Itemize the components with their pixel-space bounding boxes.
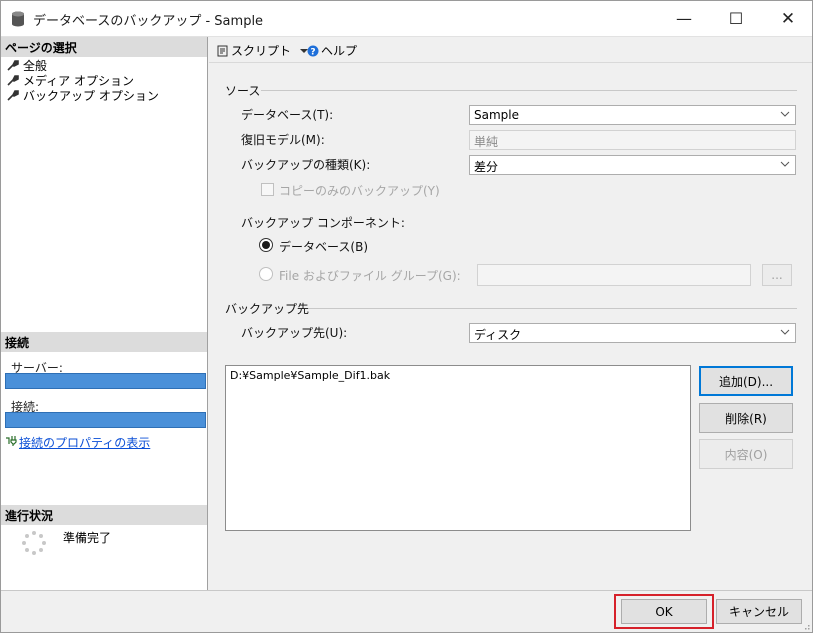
destination-divider [309,308,797,309]
component-files-label: File およびファイル グループ(G): [279,269,461,283]
cancel-button[interactable]: キャンセル [716,599,802,624]
recovery-model-label: 復旧モデル(M): [241,133,325,147]
source-group-label: ソース [225,84,261,98]
progress-status: 準備完了 [63,531,112,545]
toolbar: スクリプト ? ヘルプ [209,37,812,63]
server-value-field [5,373,206,389]
file-groups-field[interactable] [477,264,751,286]
backup-to-label: バックアップ先(U): [241,326,348,340]
chevron-down-icon [780,329,790,335]
connection-value-field [5,412,206,428]
component-database-radio[interactable] [259,238,273,252]
database-value: Sample [474,108,519,122]
backup-destination-list[interactable]: D:¥Sample¥Sample_Dif1.bak [225,365,691,531]
recovery-model-value: 単純 [474,135,499,149]
help-label: ヘルプ [321,44,358,58]
progress-spinner-icon [22,531,46,555]
remove-destination-button[interactable]: 削除(R) [699,403,793,433]
destination-group-label: バックアップ先 [225,302,310,316]
backup-type-select[interactable]: 差分 [469,155,796,175]
backup-component-label: バックアップ コンポーネント: [241,216,405,230]
contents-button[interactable]: 内容(O) [699,439,793,469]
svg-text:?: ? [310,47,315,57]
close-button[interactable]: ✕ [765,1,811,36]
view-connection-properties-link[interactable]: 接続のプロパティの表示 [19,434,150,451]
chevron-down-icon [780,161,790,167]
wrench-icon [7,90,19,101]
progress-header: 進行状況 [1,505,207,525]
add-destination-button[interactable]: 追加(D)... [699,366,793,396]
component-files-radio[interactable] [259,267,273,281]
ok-button-highlight [614,594,714,629]
page-item-label: バックアップ オプション [23,89,159,103]
maximize-button[interactable]: ☐ [713,1,759,36]
minimize-button[interactable]: — [661,1,707,36]
page-select-header: ページの選択 [1,37,207,57]
help-button[interactable]: ? ヘルプ [307,42,357,59]
left-panel: ページの選択 全般 メディア オプション バックアップ オプション 接続 サーバ… [1,37,208,590]
copy-only-label: コピーのみのバックアップ(Y) [279,184,440,198]
connection-properties-icon [6,436,17,446]
backup-type-value: 差分 [474,160,499,174]
backup-to-select[interactable]: ディスク [469,323,796,343]
script-button[interactable]: スクリプト [217,42,309,59]
database-label: データベース(T): [241,108,334,122]
backup-to-value: ディスク [474,328,522,342]
component-database-label: データベース(B) [279,240,368,254]
script-label: スクリプト [231,44,292,58]
chevron-down-icon [780,111,790,117]
recovery-model-field: 単純 [469,130,796,150]
connection-header: 接続 [1,332,207,352]
browse-file-groups-button[interactable]: ... [762,264,792,286]
copy-only-checkbox[interactable] [261,183,274,196]
script-icon [217,45,228,56]
source-divider [261,90,797,91]
database-select[interactable]: Sample [469,105,796,125]
wrench-icon [7,75,19,86]
resize-grip-icon[interactable] [800,620,810,630]
backup-dialog: データベースのバックアップ - Sample — ☐ ✕ ページの選択 全般 メ… [0,0,813,633]
page-item-backup-options[interactable]: バックアップ オプション [7,87,159,104]
database-icon [12,11,24,27]
wrench-icon [7,60,19,71]
help-icon: ? [307,45,319,57]
list-item[interactable]: D:¥Sample¥Sample_Dif1.bak [230,369,690,382]
window-title: データベースのバックアップ - Sample [33,14,264,29]
title-bar: データベースのバックアップ - Sample — ☐ ✕ [1,1,812,37]
main-panel: ソース データベース(T): Sample 復旧モデル(M): 単純 バックアッ… [209,63,812,590]
backup-type-label: バックアップの種類(K): [241,158,371,172]
